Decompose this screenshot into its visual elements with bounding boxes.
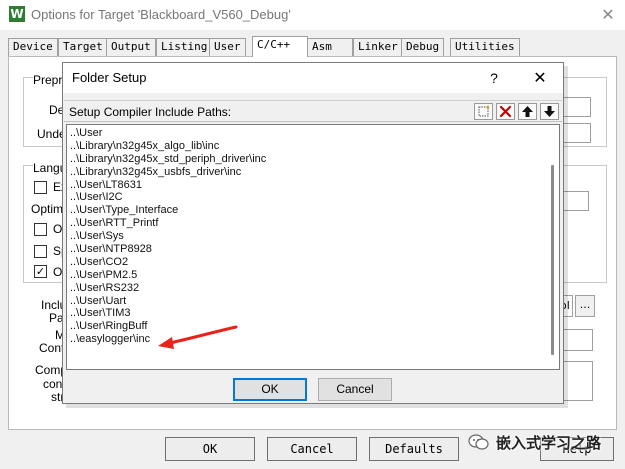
tab-strip: Device Target Output Listing User C/C++ … [8,36,618,57]
include-path-item[interactable]: ..\User\Uart [70,295,266,308]
include-path-item[interactable]: ..\User\Sys [70,230,266,243]
tab-output[interactable]: Output [106,38,156,56]
include-paths-items: ..\User ..\Library\n32g45x_algo_lib\inc..… [70,127,266,346]
include-paths-browse-button[interactable]: ... [575,295,595,317]
ok-button[interactable]: OK [165,437,255,461]
scrollbar-thumb[interactable] [551,165,554,355]
tab-utilities[interactable]: Utilities [450,38,520,56]
include-path-item[interactable]: ..\User\NTP8928 [70,243,266,256]
include-path-item[interactable]: ..\Library\n32g45x_usbfs_driver\inc [70,166,266,179]
include-paths-label: Setup Compiler Include Paths: [69,105,232,119]
include-paths-list[interactable]: ..\User ..\Library\n32g45x_algo_lib\inc..… [66,124,560,370]
outer-titlebar: W Options for Target 'Blackboard_V560_De… [0,0,625,30]
outer-window-title: Options for Target 'Blackboard_V560_Debu… [31,7,291,22]
app-icon: W [9,6,25,22]
tab-user[interactable]: User [209,38,246,56]
folder-setup-ok-button[interactable]: OK [233,378,307,401]
tab-debug[interactable]: Debug [401,38,445,56]
defaults-button[interactable]: Defaults [369,437,459,461]
outer-close-icon[interactable]: ✕ [594,3,622,27]
include-path-item[interactable]: ..\User\TIM3 [70,307,266,320]
tab-asm[interactable]: Asm [307,38,353,56]
include-path-item[interactable]: ..\Library\n32g45x_std_periph_driver\inc [70,153,266,166]
include-path-item[interactable]: ..\User\I2C [70,191,266,204]
tab-listing[interactable]: Listing [156,38,213,56]
include-paths-header: Setup Compiler Include Paths: [64,100,562,122]
folder-setup-dialog: Folder Setup ? ✕ Setup Compiler Include … [62,62,564,404]
folder-setup-cancel-button[interactable]: Cancel [318,378,392,401]
one-elf-checkbox[interactable]: ✓ [34,265,47,278]
tab-linker[interactable]: Linker [353,38,403,56]
watermark: 嵌入式学习之路 [468,430,601,454]
tab-target[interactable]: Target [58,38,108,56]
include-path-item[interactable]: ..\Library\n32g45x_algo_lib\inc [70,140,266,153]
delete-icon[interactable] [496,103,515,120]
include-path-item[interactable]: ..\User\RTT_Printf [70,217,266,230]
folder-setup-titlebar: Folder Setup ? ✕ [63,63,563,93]
tab-device[interactable]: Device [8,38,58,56]
watermark-text: 嵌入式学习之路 [496,433,602,452]
new-folder-icon[interactable] [474,103,493,120]
include-path-item[interactable]: ..\User\Type_Interface [70,204,266,217]
include-path-item[interactable]: ..\User\RS232 [70,282,266,295]
wechat-logo-icon [468,433,490,451]
include-path-item[interactable]: ..\User\CO2 [70,256,266,269]
annotation-arrow-icon [158,325,238,349]
move-down-icon[interactable] [540,103,559,120]
include-path-item[interactable]: ..\User [70,127,266,140]
help-icon[interactable]: ? [483,67,505,89]
split-checkbox[interactable] [34,245,47,258]
cancel-button[interactable]: Cancel [267,437,357,461]
optimize-checkbox[interactable] [34,223,47,236]
vertical-scrollbar[interactable] [546,125,559,369]
include-path-item[interactable]: ..\User\LT8631 [70,179,266,192]
include-path-item[interactable]: ..\User\PM2.5 [70,269,266,282]
close-icon[interactable]: ✕ [529,67,551,89]
folder-setup-title: Folder Setup [72,70,147,85]
move-up-icon[interactable] [518,103,537,120]
execute-only-checkbox[interactable] [34,181,47,194]
tab-c-cpp[interactable]: C/C++ [252,36,308,57]
